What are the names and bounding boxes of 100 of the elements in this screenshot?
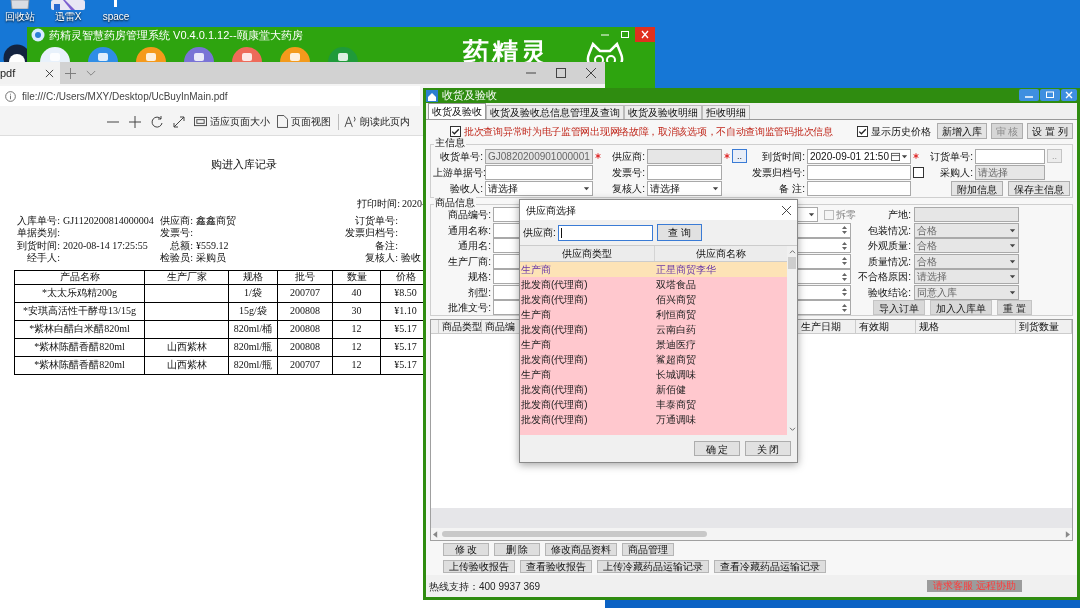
group-title: 主信息 xyxy=(434,137,466,149)
input-field[interactable] xyxy=(914,207,1019,223)
action-button[interactable]: 修改商品资料 xyxy=(545,543,617,556)
action-button[interactable]: 删 除 xyxy=(494,543,540,556)
toolbar-button[interactable]: 朗读此页内 xyxy=(344,114,410,129)
search-button[interactable]: 查 询 xyxy=(656,224,702,241)
search-field[interactable] xyxy=(557,224,653,241)
scrollbar[interactable] xyxy=(787,246,797,435)
input-field[interactable] xyxy=(647,164,722,180)
list-row[interactable]: 生产商 正星商贸李华 xyxy=(520,262,787,277)
table-cell: *紫林陈醋香醋820ml xyxy=(14,356,145,374)
form-button[interactable]: 附加信息 xyxy=(951,180,1003,196)
notice-text: 批次查询异常时为电子监管网出现网络故障，取消该选项，不自动查询监管码批次信息 xyxy=(464,124,833,137)
field-label: 备注: xyxy=(374,239,398,252)
action-button[interactable]: 上传冷藏药品运输记录 xyxy=(597,560,709,573)
checkbox[interactable] xyxy=(913,166,924,178)
column-header: 有效期 xyxy=(856,320,916,333)
calendar-icon xyxy=(891,151,900,161)
action-button[interactable]: 查看验收报告 xyxy=(520,560,592,573)
field-label: 产地: xyxy=(887,208,911,223)
chevron-down-icon[interactable] xyxy=(86,69,96,77)
checkbox[interactable] xyxy=(450,125,461,137)
field-label: 批准文号: xyxy=(447,301,491,316)
scrollbar-thumb[interactable] xyxy=(788,257,796,269)
dropdown[interactable]: 请选择 xyxy=(914,269,1019,285)
field-label: 经手人: xyxy=(26,252,60,265)
dropdown[interactable]: 合格 xyxy=(914,253,1019,269)
form-button[interactable]: 加入入库单 xyxy=(930,300,992,316)
caret-icon xyxy=(808,211,815,219)
plus-icon[interactable] xyxy=(128,114,142,129)
dialog-button[interactable]: 确 定 xyxy=(694,441,740,456)
group-title: 商品信息 xyxy=(434,197,476,209)
dialog-button[interactable]: 关 闭 xyxy=(745,441,791,456)
desktop-icon-label[interactable]: space xyxy=(102,11,130,23)
field-label: 到货时间: xyxy=(761,149,805,164)
action-button[interactable]: 查看冷藏药品运输记录 xyxy=(714,560,826,573)
toolbar-button[interactable]: 页面视图 xyxy=(277,114,331,129)
form-button[interactable]: 保存主信息 xyxy=(1008,180,1070,196)
input-field[interactable] xyxy=(807,164,911,180)
close-icon[interactable] xyxy=(586,68,596,78)
file-icon[interactable] xyxy=(114,0,118,8)
desktop-icon-label[interactable]: 回收站 xyxy=(5,11,35,23)
close-icon[interactable] xyxy=(782,205,791,215)
toolbar-button[interactable]: 适应页面大小 xyxy=(194,114,270,129)
dropdown[interactable]: 请选择 xyxy=(485,180,593,196)
action-button[interactable]: 商品管理 xyxy=(622,543,674,556)
dropdown[interactable]: 请选择 xyxy=(647,180,722,196)
close-icon[interactable] xyxy=(45,68,54,78)
window-title: 药精灵智慧药房管理系统 V0.4.0.1.12--颐康堂大药房 xyxy=(49,27,303,43)
tab[interactable]: 收货及验收明细 xyxy=(624,105,702,119)
field-label: 外观质量: xyxy=(867,239,911,254)
column-header: 产品名称 xyxy=(14,270,145,284)
scrollbar-thumb[interactable] xyxy=(442,531,707,537)
address-field[interactable]: file:///C:/Users/MXY/Desktop/UcBuyInMain.pdf xyxy=(0,86,420,106)
toolbar-button[interactable]: 设 置 列 xyxy=(1027,123,1073,139)
toolbar-button[interactable]: 新增入库 xyxy=(936,123,987,139)
browser-tab[interactable]: pdf xyxy=(0,62,60,84)
recycle-bin-icon[interactable] xyxy=(8,0,32,9)
table-cell-text: 批发商(代理商) xyxy=(520,278,589,292)
dropdown[interactable]: 合格 xyxy=(914,238,1019,254)
table-cell-text: 生产商 xyxy=(520,308,552,322)
scroll-left-icon[interactable] xyxy=(433,530,438,538)
input-field[interactable] xyxy=(975,148,1045,164)
checkbox[interactable] xyxy=(824,209,834,220)
scroll-up-icon[interactable] xyxy=(788,249,796,254)
scroll-right-icon[interactable] xyxy=(1065,530,1070,538)
table-cell: 15g/袋 xyxy=(228,302,278,320)
desktop-icon-label[interactable]: 迅雷X xyxy=(54,11,82,23)
input-field[interactable] xyxy=(485,164,593,180)
maximize-icon[interactable] xyxy=(556,68,566,78)
table-cell-text: 景迪医疗 xyxy=(655,338,697,352)
scrollbar[interactable] xyxy=(431,528,1072,540)
tab[interactable]: 收货及验收总信息管理及查询 xyxy=(486,105,624,119)
scroll-down-icon[interactable] xyxy=(788,427,796,432)
field-label: 上游单据号: xyxy=(433,165,483,180)
field-label: 复核人: xyxy=(364,252,398,265)
minimize-icon[interactable] xyxy=(1019,89,1039,101)
plus-icon[interactable] xyxy=(65,67,76,79)
dropdown[interactable]: 同意入库 xyxy=(914,284,1019,300)
table-cell: *太太乐鸡精200g xyxy=(14,284,145,302)
field-value: 鑫鑫商贸 xyxy=(195,214,237,227)
action-button[interactable]: 上传验收报告 xyxy=(443,560,515,573)
expand-icon[interactable] xyxy=(172,114,186,129)
tab[interactable]: 拒收明细 xyxy=(702,105,750,119)
maximize-icon[interactable] xyxy=(1040,89,1060,101)
action-button[interactable]: 修 改 xyxy=(443,543,489,556)
dropdown[interactable]: 合格 xyxy=(914,222,1019,238)
table-cell-text: 鲨超商贸 xyxy=(655,353,697,367)
checkbox[interactable] xyxy=(856,125,868,137)
close-icon[interactable] xyxy=(635,27,655,42)
form-button[interactable]: 重 置 xyxy=(997,300,1032,316)
field-label: 入库单号: xyxy=(16,214,60,227)
tab[interactable]: 收货及验收 xyxy=(428,103,486,119)
app-logo-icon xyxy=(31,28,45,42)
input-field[interactable] xyxy=(807,180,911,196)
table-cell: *紫林白醋白米醋820ml xyxy=(14,320,145,338)
rotate-icon[interactable] xyxy=(150,114,164,129)
date-field[interactable]: 2020-09-01 21:50 xyxy=(807,148,911,164)
table-cell-text: 丰泰商贸 xyxy=(655,398,697,412)
form-button[interactable]: 导入订单 xyxy=(873,300,925,316)
